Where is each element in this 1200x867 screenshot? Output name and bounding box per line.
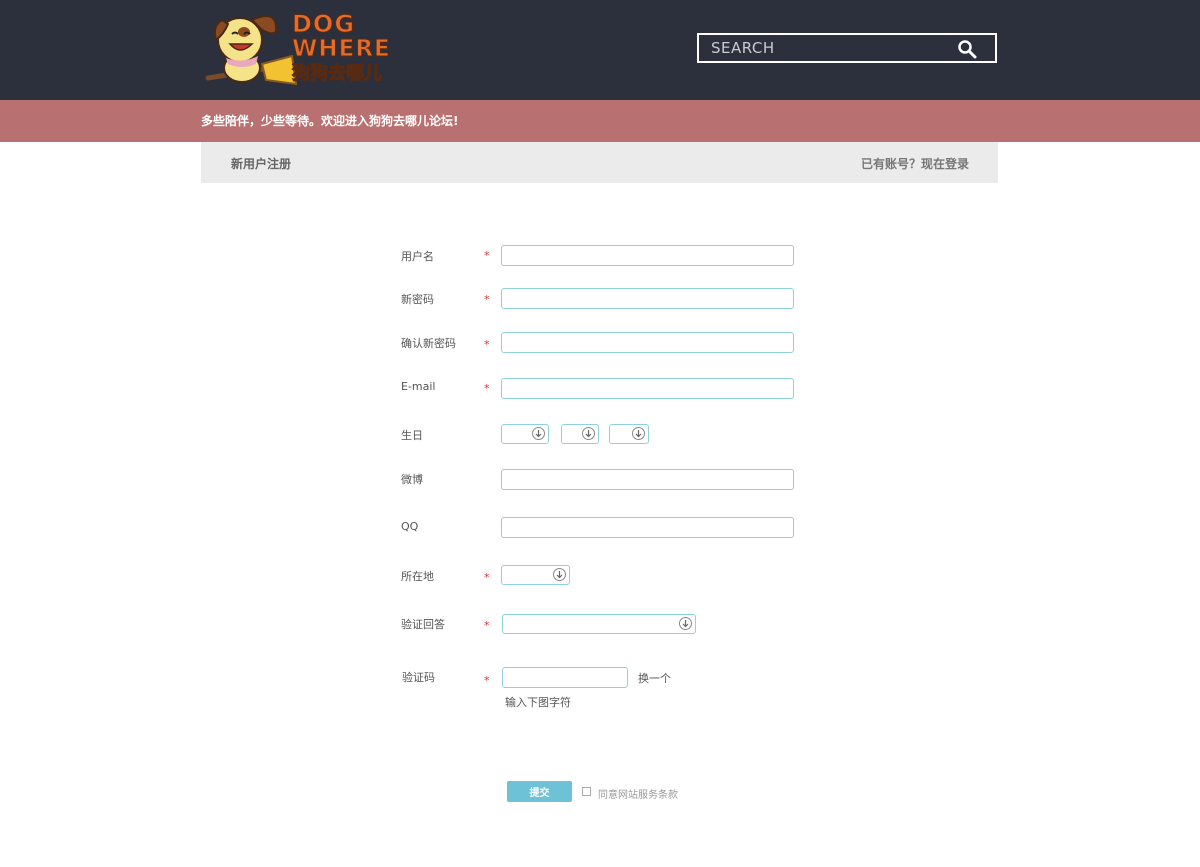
- agree-terms-label: 同意网站服务条款: [598, 790, 678, 801]
- required-mark: *: [484, 674, 490, 687]
- required-mark: *: [484, 571, 490, 584]
- welcome-banner: 多些陪伴，少些等待。欢迎进入狗狗去哪儿论坛!: [0, 100, 1200, 142]
- search-box: [697, 33, 997, 63]
- captcha-label: 验证码: [402, 671, 435, 684]
- location-label: 所在地: [401, 570, 434, 583]
- qq-field[interactable]: [501, 517, 794, 538]
- verify-answer-select[interactable]: [502, 614, 696, 634]
- qq-label: QQ: [401, 520, 419, 533]
- section-header: 新用户注册 已有账号？现在登录: [201, 142, 998, 183]
- chevron-down-circle-icon: [679, 617, 692, 630]
- required-mark: *: [484, 249, 490, 262]
- welcome-text: 多些陪伴，少些等待。欢迎进入狗狗去哪儿论坛!: [201, 114, 459, 128]
- email-label: E-mail: [401, 380, 436, 393]
- chevron-down-circle-icon: [532, 427, 545, 440]
- search-input[interactable]: [699, 35, 951, 61]
- logo-word-dog: DOG: [292, 10, 356, 38]
- confirm-password-field[interactable]: [501, 332, 794, 353]
- captcha-field[interactable]: [502, 667, 628, 688]
- chevron-down-circle-icon: [582, 427, 595, 440]
- email-field[interactable]: [501, 378, 794, 399]
- required-mark: *: [484, 619, 490, 632]
- required-mark: *: [484, 293, 490, 306]
- top-bar: DOG WHERE 狗狗去哪儿: [0, 0, 1200, 100]
- agree-terms-checkbox[interactable]: [582, 787, 591, 796]
- captcha-refresh-link[interactable]: 换一个: [638, 670, 671, 686]
- weibo-label: 微博: [401, 473, 423, 486]
- submit-button[interactable]: 提交: [507, 781, 572, 802]
- username-field[interactable]: [501, 245, 794, 266]
- verify-answer-label: 验证回答: [401, 618, 445, 631]
- required-mark: *: [484, 338, 490, 351]
- chevron-down-circle-icon: [632, 427, 645, 440]
- logo-chinese-name: 狗狗去哪儿: [292, 63, 383, 84]
- password-field[interactable]: [501, 288, 794, 309]
- birth-day-select[interactable]: [609, 424, 649, 444]
- chevron-down-circle-icon: [553, 568, 566, 581]
- captcha-hint: 输入下图字符: [505, 696, 571, 709]
- login-link[interactable]: 已有账号？现在登录: [861, 155, 969, 172]
- birthday-label: 生日: [401, 429, 423, 442]
- birth-month-select[interactable]: [561, 424, 599, 444]
- logo-word-where: WHERE: [292, 36, 391, 62]
- page-title: 新用户注册: [231, 157, 292, 171]
- site-logo[interactable]: DOG WHERE 狗狗去哪儿: [200, 6, 390, 96]
- confirm-password-label: 确认新密码: [401, 337, 456, 350]
- weibo-field[interactable]: [501, 469, 794, 490]
- location-select[interactable]: [501, 565, 570, 585]
- username-label: 用户名: [401, 250, 434, 263]
- search-icon[interactable]: [957, 39, 977, 59]
- birth-year-select[interactable]: [501, 424, 549, 444]
- required-mark: *: [484, 382, 490, 395]
- password-label: 新密码: [401, 293, 434, 306]
